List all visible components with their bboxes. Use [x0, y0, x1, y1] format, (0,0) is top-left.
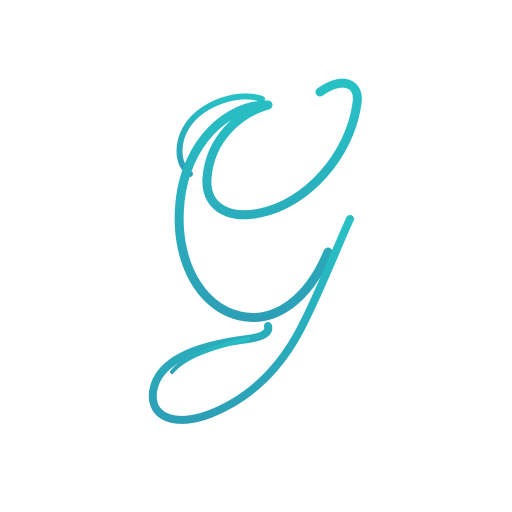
app-icon-canvas [0, 0, 512, 512]
g-main-bowl [174, 78, 362, 322]
script-g-monogram-icon [148, 78, 362, 424]
